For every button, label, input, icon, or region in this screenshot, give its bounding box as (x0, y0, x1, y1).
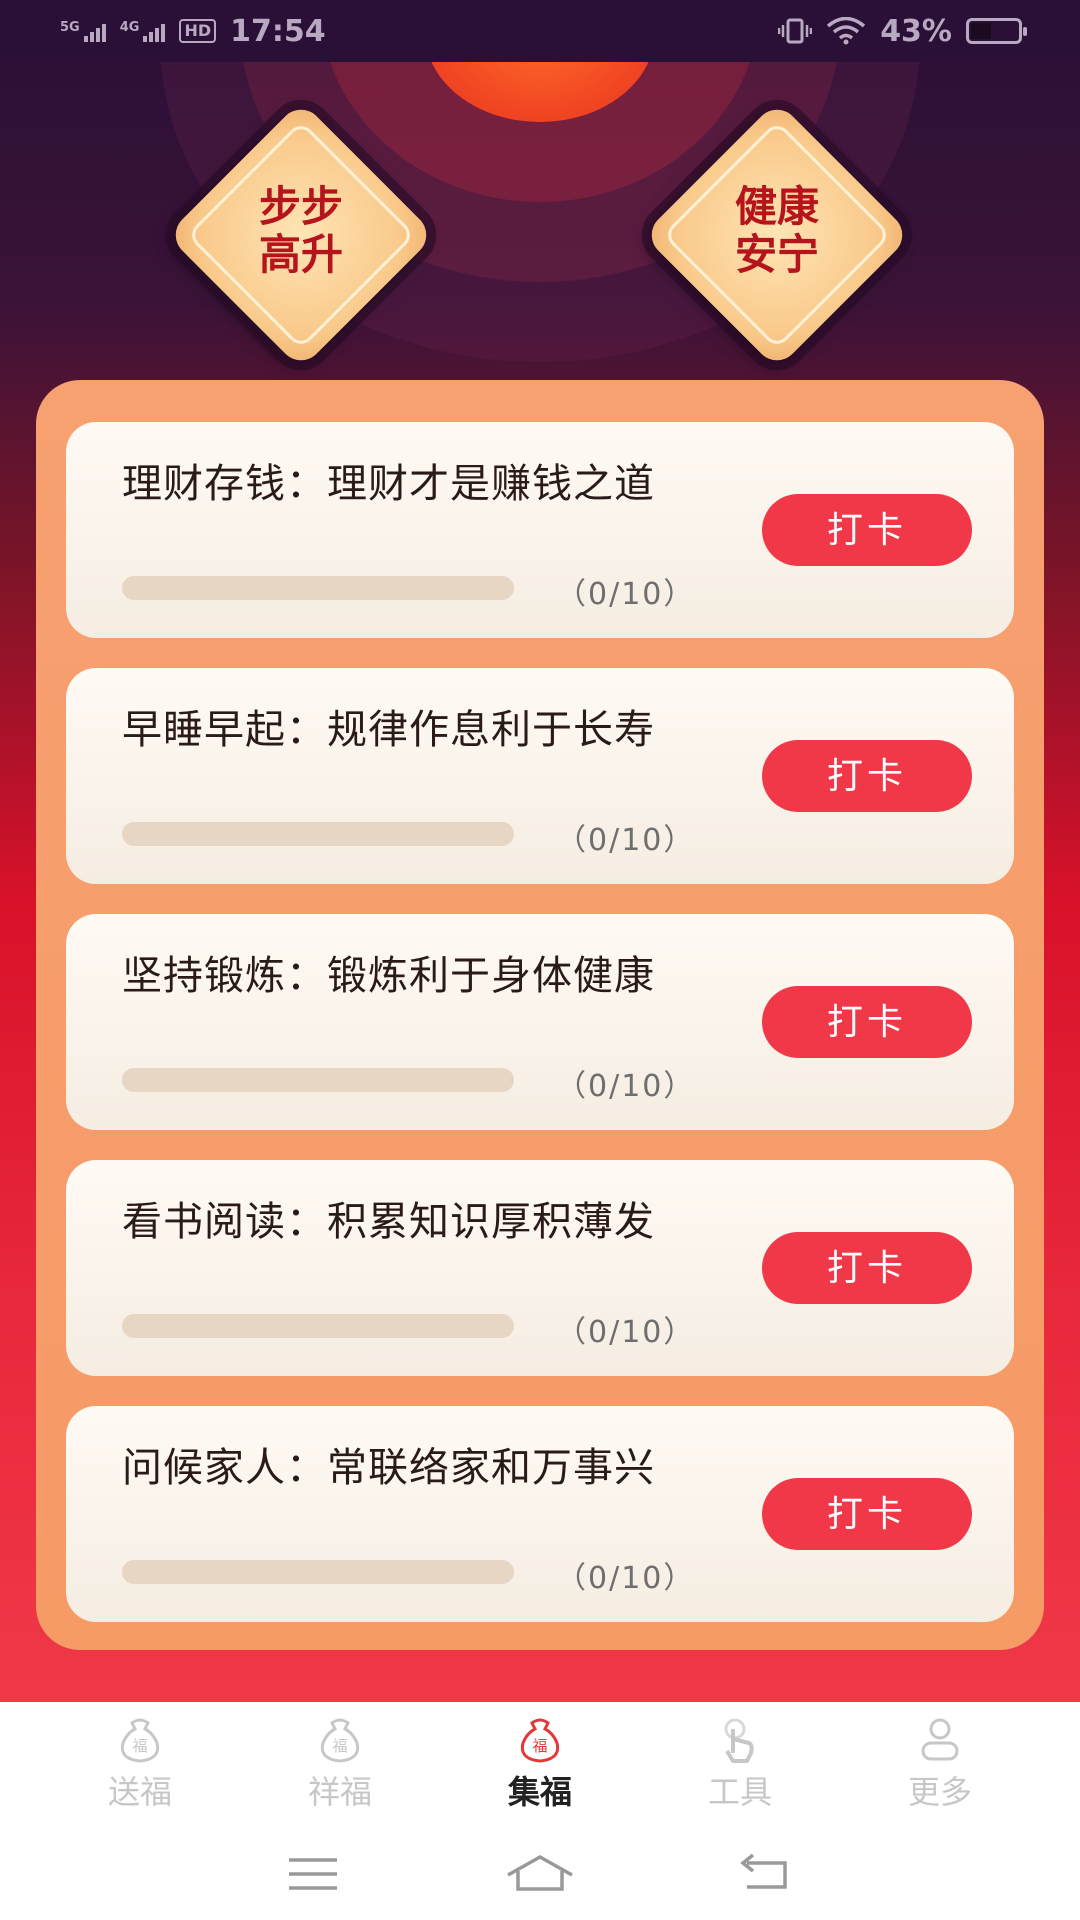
task-progress-bar (122, 822, 514, 846)
nav-label: 工具 (707, 1773, 772, 1811)
system-nav-bar (0, 1828, 1080, 1920)
nav-item-tools[interactable]: 工具 (670, 1717, 810, 1813)
status-right: 43% (778, 13, 1027, 49)
task-progress-count: （0/10） (556, 1069, 696, 1104)
nav-label: 集福 (507, 1773, 572, 1811)
task-panel: 理财存钱：理财才是赚钱之道 （0/10） 打卡 早睡早起：规律作息利于长寿 （0… (36, 380, 1044, 1650)
checkin-button[interactable]: 打卡 (762, 494, 972, 566)
badge-left-line1: 步步 (258, 182, 343, 231)
nav-label: 更多 (907, 1773, 972, 1811)
task-card: 理财存钱：理财才是赚钱之道 （0/10） 打卡 (66, 422, 1014, 638)
wifi-icon (827, 17, 866, 45)
status-bar: 5G 4G HD 17:54 43% (0, 0, 1080, 62)
user-icon (921, 1718, 959, 1761)
fu-bag-icon: 福 (120, 1718, 160, 1763)
badge-left-line2: 高升 (258, 230, 343, 279)
badge-left-text: 步步 高升 (206, 183, 396, 279)
task-progress-count: （0/10） (556, 577, 696, 612)
task-card: 看书阅读：积累知识厚积薄发 （0/10） 打卡 (66, 1160, 1014, 1376)
task-progress-count: （0/10） (556, 1315, 696, 1350)
fu-char: 福 (332, 1737, 347, 1755)
hd-icon: HD (179, 19, 217, 43)
task-title: 理财存钱：理财才是赚钱之道 (122, 461, 655, 507)
status-left: 5G 4G HD 17:54 (60, 14, 326, 49)
badge-right-line2: 安宁 (734, 230, 819, 279)
task-card: 问候家人：常联络家和万事兴 （0/10） 打卡 (66, 1406, 1014, 1622)
nav-item-songfu[interactable]: 福 送福 (70, 1717, 210, 1813)
badge-right-text: 健康 安宁 (682, 183, 872, 279)
checkin-button[interactable]: 打卡 (762, 986, 972, 1058)
task-progress-bar (122, 1560, 514, 1584)
fu-bag-icon: 福 (320, 1718, 360, 1763)
task-progress-count: （0/10） (556, 823, 696, 858)
task-title: 看书阅读：积累知识厚积薄发 (122, 1199, 655, 1245)
nav-item-xiangfu[interactable]: 福 祥福 (270, 1717, 410, 1813)
nav-label: 送福 (107, 1773, 172, 1811)
checkin-button[interactable]: 打卡 (762, 1232, 972, 1304)
task-progress-bar (122, 1068, 514, 1092)
network-5g-label: 5G (60, 20, 80, 35)
fu-char: 福 (532, 1737, 547, 1755)
nav-item-more[interactable]: 更多 (870, 1717, 1010, 1813)
nav-label: 祥福 (307, 1773, 372, 1811)
signal-5g-icon: 5G (60, 20, 106, 42)
battery-level (971, 23, 991, 39)
task-card: 早睡早起：规律作息利于长寿 （0/10） 打卡 (66, 668, 1014, 884)
back-icon[interactable] (729, 1851, 805, 1897)
battery-icon (966, 18, 1027, 44)
fu-bag-icon: 福 (520, 1718, 560, 1763)
task-progress-bar (122, 576, 514, 600)
task-title: 问候家人：常联络家和万事兴 (122, 1445, 655, 1491)
task-progress-bar (122, 1314, 514, 1338)
checkin-button[interactable]: 打卡 (762, 1478, 972, 1550)
task-title: 早睡早起：规律作息利于长寿 (122, 707, 655, 753)
network-4g-label: 4G (119, 20, 140, 35)
signal-4g-icon: 4G (120, 20, 166, 42)
clock: 17:54 (230, 13, 326, 49)
task-card: 坚持锻炼：锻炼利于身体健康 （0/10） 打卡 (66, 914, 1014, 1130)
badge-right-line1: 健康 (734, 182, 819, 231)
battery-percent: 43% (880, 13, 952, 49)
menu-icon[interactable] (275, 1851, 351, 1897)
task-progress-count: （0/10） (556, 1561, 696, 1596)
bottom-nav: 福 送福 福 祥福 福 集福 工具 更多 (0, 1702, 1080, 1828)
home-icon[interactable] (502, 1851, 578, 1897)
vibrate-icon (778, 18, 813, 44)
checkin-button[interactable]: 打卡 (762, 740, 972, 812)
task-title: 坚持锻炼：锻炼利于身体健康 (122, 953, 655, 999)
hero-banner: 步步 高升 健康 安宁 (0, 62, 1080, 382)
fu-char: 福 (132, 1737, 147, 1755)
tap-hand-icon (724, 1718, 754, 1763)
nav-item-jifu[interactable]: 福 集福 (470, 1717, 610, 1813)
